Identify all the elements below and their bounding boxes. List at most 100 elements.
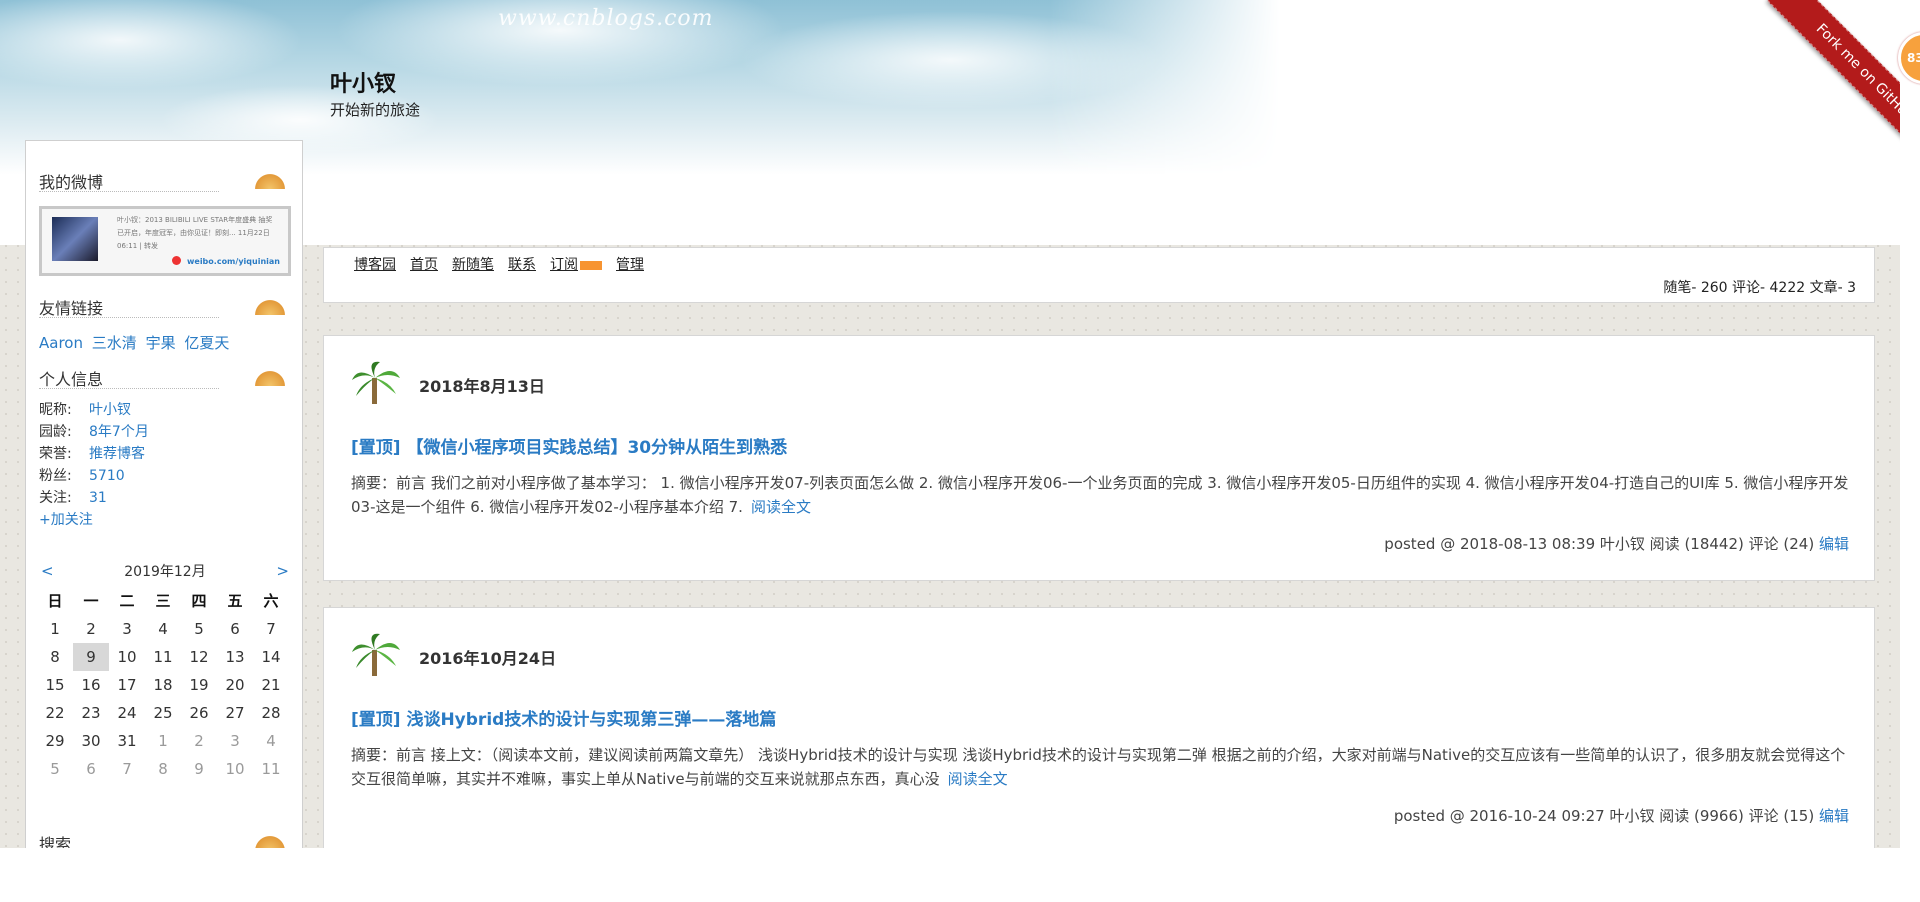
calendar-day[interactable]: 1 [145, 727, 181, 755]
profile-nickname-link[interactable]: 叶小钗 [89, 399, 131, 421]
shell-icon [255, 829, 285, 848]
read-more-link[interactable]: 阅读全文 [751, 498, 811, 516]
calendar-prev-button[interactable]: < [41, 562, 54, 580]
calendar-day[interactable]: 8 [37, 643, 73, 671]
calendar-day[interactable]: 11 [145, 643, 181, 671]
weibo-widget[interactable]: 叶小钗：2013 BILIBILI LIVE STAR年度盛典 抽奖已开启，年度… [39, 206, 291, 276]
sidebar: 我的微博 叶小钗：2013 BILIBILI LIVE STAR年度盛典 抽奖已… [25, 140, 303, 848]
divider [39, 388, 219, 389]
profile-key: 园龄: [39, 424, 72, 440]
profile-key: 荣誉: [39, 446, 72, 462]
follow-button[interactable]: +加关注 [39, 509, 149, 531]
calendar-weekday: 四 [191, 592, 207, 610]
fork-me-ribbon-link[interactable]: Fork me on GitHub [1767, 0, 1900, 171]
calendar-day[interactable]: 12 [181, 643, 217, 671]
calendar-day[interactable]: 23 [73, 699, 109, 727]
profile-age-link[interactable]: 8年7个月 [89, 421, 149, 443]
profile-key: 粉丝: [39, 468, 72, 484]
calendar-day[interactable]: 11 [253, 755, 289, 783]
profile-honor-link[interactable]: 推荐博客 [89, 443, 145, 465]
calendar-day[interactable]: 19 [181, 671, 217, 699]
calendar-day[interactable]: 15 [37, 671, 73, 699]
weibo-logo-icon [172, 256, 181, 265]
calendar-day[interactable]: 17 [109, 671, 145, 699]
post-title-link[interactable]: [置顶] 浅谈Hybrid技术的设计与实现第三弹——落地篇 [351, 705, 776, 730]
calendar-day[interactable]: 7 [109, 755, 145, 783]
calendar-day[interactable]: 26 [181, 699, 217, 727]
calendar-day[interactable]: 1 [37, 615, 73, 643]
links-section-title: 友情链接 [39, 299, 104, 318]
header-watermark: www.cnblogs.com [498, 6, 714, 31]
calendar-day[interactable]: 16 [73, 671, 109, 699]
edit-post-link[interactable]: 编辑 [1819, 535, 1849, 553]
shell-icon [255, 293, 285, 315]
github-ribbon[interactable]: Fork me on GitHub [1725, 0, 1900, 175]
calendar-day[interactable]: 14 [253, 643, 289, 671]
post-summary: 摘要：前言 接上文：（阅读本文前，建议阅读前两篇文章先） 浅谈Hybrid技术的… [351, 743, 1851, 791]
nav-new-post-link[interactable]: 新随笔 [452, 254, 494, 274]
weibo-post-text: 叶小钗：2013 BILIBILI LIVE STAR年度盛典 抽奖已开启，年度… [117, 216, 273, 250]
calendar-weekday: 一 [83, 592, 99, 610]
calendar-day[interactable]: 5 [181, 615, 217, 643]
calendar-day[interactable]: 20 [217, 671, 253, 699]
friend-link[interactable]: 宇果 [146, 334, 176, 352]
nav-subscribe-link[interactable]: 订阅 [550, 254, 602, 274]
calendar-day[interactable]: 5 [37, 755, 73, 783]
calendar-day[interactable]: 29 [37, 727, 73, 755]
calendar-day[interactable]: 10 [109, 643, 145, 671]
post-meta: posted @ 2018-08-13 08:39 叶小钗 阅读 (18442)… [1384, 533, 1849, 554]
calendar-day[interactable]: 2 [181, 727, 217, 755]
calendar-day[interactable]: 25 [145, 699, 181, 727]
shell-icon [255, 167, 285, 189]
friend-links: Aaron 三水清 宇果 亿夏天 [39, 332, 233, 353]
calendar-day[interactable]: 22 [37, 699, 73, 727]
calendar-grid: 日 一 二 三 四 五 六 1 2 3 4 5 6 7 8 9 10 11 12 13 14 15 16 17 1… [37, 587, 293, 783]
friend-link[interactable]: 亿夏天 [184, 334, 229, 352]
shell-icon [255, 364, 285, 386]
profile-info: 昵称: 叶小钗 园龄: 8年7个月 荣誉: 推荐博客 粉丝: 5710 关注: … [39, 399, 149, 531]
profile-following-link[interactable]: 31 [89, 487, 107, 509]
post-summary-text: 摘要：前言 接上文：（阅读本文前，建议阅读前两篇文章先） 浅谈Hybrid技术的… [351, 746, 1846, 788]
floating-badge[interactable]: 83 [1898, 32, 1920, 84]
calendar-day[interactable]: 8 [145, 755, 181, 783]
calendar-day[interactable]: 24 [109, 699, 145, 727]
friend-link[interactable]: 三水清 [92, 334, 137, 352]
post-card: 2016年10月24日 [置顶] 浅谈Hybrid技术的设计与实现第三弹——落地… [323, 607, 1875, 848]
read-more-link[interactable]: 阅读全文 [948, 770, 1008, 788]
calendar-day[interactable]: 6 [73, 755, 109, 783]
edit-post-link[interactable]: 编辑 [1819, 807, 1849, 825]
calendar-day[interactable]: 7 [253, 615, 289, 643]
calendar-day[interactable]: 18 [145, 671, 181, 699]
post-title-link[interactable]: [置顶] 【微信小程序项目实践总结】30分钟从陌生到熟悉 [351, 433, 787, 458]
nav-contact-link[interactable]: 联系 [508, 254, 536, 274]
calendar-day[interactable]: 28 [253, 699, 289, 727]
rss-icon [580, 260, 602, 270]
profile-key: 昵称: [39, 402, 72, 418]
weibo-avatar[interactable] [52, 217, 98, 261]
calendar-next-button[interactable]: > [276, 562, 289, 580]
blog-title[interactable]: 叶小钗 [330, 66, 396, 98]
calendar-day[interactable]: 4 [145, 615, 181, 643]
calendar-day[interactable]: 2 [73, 615, 109, 643]
calendar-day[interactable]: 31 [109, 727, 145, 755]
calendar-day[interactable]: 9 [73, 643, 109, 671]
profile-followers-link[interactable]: 5710 [89, 465, 125, 487]
calendar-day[interactable]: 6 [217, 615, 253, 643]
calendar-day[interactable]: 21 [253, 671, 289, 699]
calendar-day[interactable]: 3 [217, 727, 253, 755]
calendar-day[interactable]: 27 [217, 699, 253, 727]
divider [39, 317, 219, 318]
calendar-day[interactable]: 10 [217, 755, 253, 783]
nav-home-link[interactable]: 首页 [410, 254, 438, 274]
weibo-link[interactable]: weibo.com/yiquinian [187, 257, 280, 266]
friend-link[interactable]: Aaron [39, 334, 83, 352]
calendar-day[interactable]: 4 [253, 727, 289, 755]
nav-cnblogs-link[interactable]: 博客园 [354, 254, 396, 274]
calendar-month-label: 2019年12月 [124, 564, 206, 580]
calendar-day[interactable]: 13 [217, 643, 253, 671]
divider [39, 191, 219, 192]
calendar-day[interactable]: 30 [73, 727, 109, 755]
calendar-day[interactable]: 9 [181, 755, 217, 783]
nav-admin-link[interactable]: 管理 [616, 254, 644, 274]
calendar-day[interactable]: 3 [109, 615, 145, 643]
